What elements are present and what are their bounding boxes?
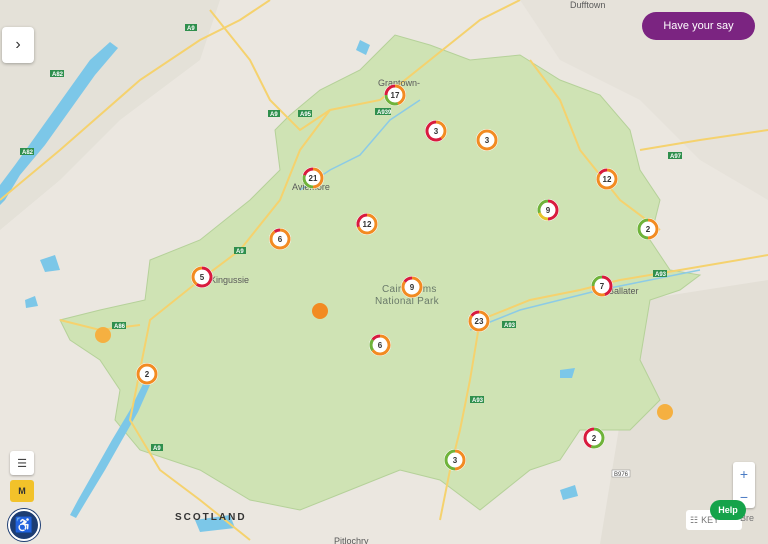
road-shield-a93: A93 — [502, 321, 516, 329]
list-view-button[interactable]: ☰ — [10, 451, 34, 475]
accessibility-icon: ♿ — [14, 517, 34, 534]
zoom-in-button[interactable]: + — [733, 462, 755, 485]
cluster-count: 2 — [646, 225, 651, 234]
single-point-marker[interactable] — [312, 303, 328, 319]
help-button[interactable]: Help — [710, 500, 746, 520]
place-label-dufftown: Dufftown — [570, 0, 605, 10]
cluster-count: 17 — [391, 91, 400, 100]
place-label-pitlochry: Pitlochry — [334, 536, 369, 544]
svg-text:A9: A9 — [270, 112, 278, 118]
cluster-count: 21 — [309, 174, 318, 183]
cluster-marker[interactable]: 5 — [191, 266, 213, 288]
svg-text:A82: A82 — [22, 150, 34, 156]
svg-text:A93: A93 — [504, 323, 516, 329]
svg-text:A9: A9 — [187, 26, 195, 32]
road-shield-a9: A9 — [268, 110, 280, 118]
cluster-marker[interactable]: 2 — [136, 363, 158, 385]
road-shield-a93: A93 — [653, 270, 667, 278]
cluster-count: 6 — [278, 235, 283, 244]
cluster-count: 3 — [453, 456, 458, 465]
accessibility-button[interactable]: ♿ — [8, 509, 40, 541]
cluster-marker[interactable]: 9 — [401, 276, 423, 298]
svg-text:A95: A95 — [300, 112, 312, 118]
road-shield-a82: A82 — [50, 70, 64, 78]
cluster-marker[interactable]: 2 — [637, 218, 659, 240]
cluster-count: 12 — [363, 220, 372, 229]
road-shield-a9: A9 — [151, 444, 163, 452]
road-shield-a97: A97 — [668, 152, 682, 160]
svg-text:A82: A82 — [52, 72, 64, 78]
map-canvas[interactable]: A82 A82 A9 A9 A9 A9 A95 A939 A97 A93 A93… — [0, 0, 768, 544]
road-shield-a93: A93 — [470, 396, 484, 404]
key-icon: ☷ — [690, 514, 699, 525]
cluster-count: 12 — [603, 175, 612, 184]
sidebar-toggle-button[interactable]: › — [2, 27, 34, 63]
cluster-count: 3 — [485, 136, 490, 145]
cluster-count: 7 — [600, 282, 605, 291]
svg-text:A86: A86 — [114, 324, 126, 330]
svg-text:B976: B976 — [614, 472, 629, 478]
cluster-marker[interactable]: 23 — [468, 310, 490, 332]
svg-text:A97: A97 — [670, 154, 682, 160]
cluster-marker[interactable]: 7 — [591, 275, 613, 297]
country-label: SCOTLAND — [175, 512, 247, 523]
cluster-marker[interactable]: 6 — [369, 334, 391, 356]
cluster-marker[interactable]: 21 — [302, 167, 324, 189]
cluster-count: 2 — [592, 434, 597, 443]
road-shield-a9: A9 — [185, 24, 197, 32]
single-point-marker[interactable] — [95, 327, 111, 343]
road-shield-a95: A95 — [298, 110, 312, 118]
list-icon: ☰ — [17, 457, 27, 470]
svg-text:A93: A93 — [655, 272, 667, 278]
park-label-line2: National Park — [375, 296, 440, 307]
cluster-marker[interactable]: 12 — [596, 168, 618, 190]
cluster-marker[interactable]: 17 — [384, 84, 406, 106]
cluster-count: 9 — [410, 283, 415, 292]
cluster-count: 5 — [200, 273, 205, 282]
place-label-kingussie: Kingussie — [210, 275, 249, 285]
svg-text:A9: A9 — [236, 249, 244, 255]
cluster-marker[interactable]: 9 — [537, 199, 559, 221]
cluster-count: 2 — [145, 370, 150, 379]
road-shield-a939: A939 — [375, 108, 392, 116]
cluster-marker[interactable]: 2 — [583, 427, 605, 449]
road-shield-a9: A9 — [234, 247, 246, 255]
road-shield-a86: A86 — [112, 322, 126, 330]
cluster-marker[interactable]: 12 — [356, 213, 378, 235]
cluster-count: 6 — [378, 341, 383, 350]
chevron-right-icon: › — [15, 36, 21, 53]
cluster-count: 3 — [434, 127, 439, 136]
cluster-marker[interactable]: 3 — [476, 129, 498, 151]
svg-text:A9: A9 — [153, 446, 161, 452]
road-shield-b976: B976 — [611, 469, 631, 478]
svg-text:A939: A939 — [377, 110, 392, 116]
cluster-count: 23 — [475, 317, 484, 326]
svg-text:A93: A93 — [472, 398, 484, 404]
cluster-marker[interactable]: 3 — [425, 120, 447, 142]
cluster-marker[interactable]: 3 — [444, 449, 466, 471]
map-style-button[interactable]: M — [10, 480, 34, 502]
road-shield-a82: A82 — [20, 148, 34, 156]
have-your-say-button[interactable]: Have your say — [642, 12, 755, 40]
cluster-ring-segment — [273, 228, 281, 233]
cluster-marker[interactable]: 6 — [269, 228, 291, 250]
single-point-marker[interactable] — [657, 404, 673, 420]
cluster-count: 9 — [546, 206, 551, 215]
